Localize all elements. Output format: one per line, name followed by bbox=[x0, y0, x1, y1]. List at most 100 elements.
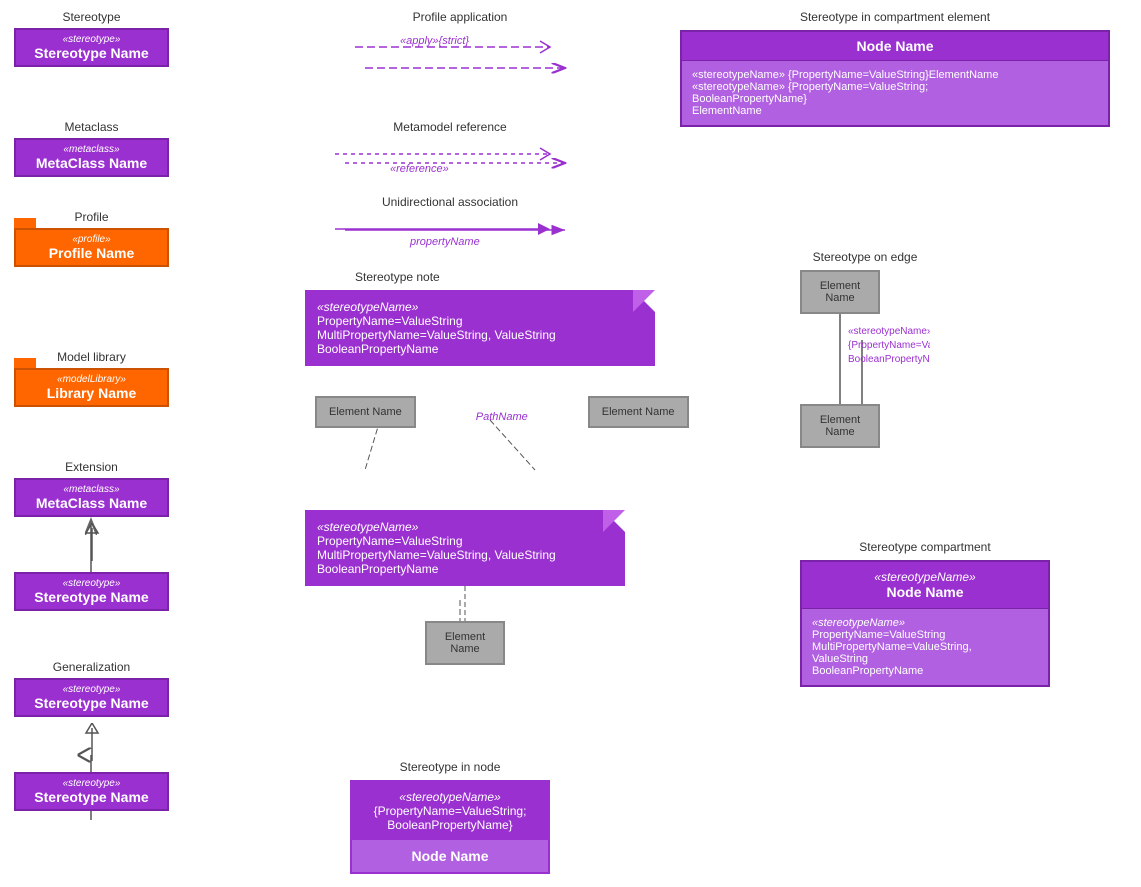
compartment-element-box: Node Name «stereotypeName» {PropertyName… bbox=[680, 30, 1110, 127]
stereotype-note2-box: «stereotypeName» PropertyName=ValueStrin… bbox=[305, 510, 625, 586]
stereotype-name: Stereotype Name bbox=[24, 45, 159, 61]
edge-line-with-label: «stereotypeName» {PropertyName=ValueStri… bbox=[800, 314, 930, 404]
ext-stereotype-keyword: «stereotype» bbox=[24, 578, 159, 589]
compartment-element-section: Stereotype in compartment element Node N… bbox=[680, 10, 1110, 127]
stereotype-compartment-label: Stereotype compartment bbox=[800, 540, 1050, 554]
unidirectional-section: Unidirectional association propertyName bbox=[330, 195, 570, 255]
profile-box-wrapper: «profile» Profile Name bbox=[14, 228, 169, 267]
note-line3: MultiPropertyName=ValueString, ValueStri… bbox=[317, 328, 643, 342]
comp-body: «stereotypeName» PropertyName=ValueStrin… bbox=[802, 608, 1048, 685]
comp-body-b3: MultiPropertyName=ValueString, bbox=[812, 641, 1038, 653]
metaclass-name: MetaClass Name bbox=[24, 155, 159, 171]
gen-top-name: Stereotype Name bbox=[24, 695, 159, 711]
ext-metaclass-name: MetaClass Name bbox=[24, 495, 159, 511]
note2-element-container: ElementName bbox=[305, 621, 625, 665]
stereotype-section: Stereotype «stereotype» Stereotype Name bbox=[14, 10, 169, 67]
svg-text:«apply»{strict}: «apply»{strict} bbox=[400, 35, 469, 47]
stereotype-on-edge-label: Stereotype on edge bbox=[800, 250, 930, 264]
compartment-node-name: Node Name bbox=[682, 32, 1108, 61]
profile-tab bbox=[14, 218, 36, 228]
note2-line1: «stereotypeName» bbox=[317, 520, 613, 534]
note-elements-row: Element Name PathName Element Name bbox=[305, 396, 689, 428]
node-keyword-line3: BooleanPropertyName} bbox=[362, 818, 538, 832]
note-element2: Element Name bbox=[588, 396, 689, 428]
library-tab bbox=[14, 358, 36, 368]
metaclass-label: Metaclass bbox=[14, 120, 169, 134]
svg-text:«reference»: «reference» bbox=[390, 163, 449, 175]
svg-text:«stereotypeName»: «stereotypeName» bbox=[848, 326, 930, 337]
comp-body-line4: ElementName bbox=[692, 105, 1098, 117]
generalization-arrow-up bbox=[14, 717, 169, 772]
metaclass-section: Metaclass «metaclass» MetaClass Name bbox=[14, 120, 169, 177]
note-element1: Element Name bbox=[315, 396, 416, 428]
edge-diagram: ElementName «stereotypeName» {PropertyNa… bbox=[800, 270, 930, 448]
metamodel-reference-label: Metamodel reference bbox=[330, 120, 570, 134]
extension-label: Extension bbox=[14, 460, 169, 474]
stereotype-in-node-box: «stereotypeName» {PropertyName=ValueStri… bbox=[350, 780, 550, 874]
stereotype-compartment-box: «stereotypeName» Node Name «stereotypeNa… bbox=[800, 560, 1050, 687]
stereotype-box: «stereotype» Stereotype Name bbox=[14, 28, 169, 67]
ext-stereotype-name: Stereotype Name bbox=[24, 589, 159, 605]
stereotype-label: Stereotype bbox=[14, 10, 169, 24]
profile-application-label: Profile application bbox=[350, 10, 570, 24]
library-section: Model library «modelLibrary» Library Nam… bbox=[14, 350, 169, 407]
extension-stereotype-box: «stereotype» Stereotype Name bbox=[14, 572, 169, 611]
note2-corner-inner bbox=[603, 510, 625, 532]
note2-line4: BooleanPropertyName bbox=[317, 562, 613, 576]
metamodel-reference-section: Metamodel reference «reference» bbox=[330, 120, 570, 185]
unidirectional-arrow: propertyName bbox=[330, 217, 570, 255]
stereotype-in-node-label: Stereotype in node bbox=[350, 760, 550, 774]
stereotype-note-label: Stereotype note bbox=[355, 270, 689, 284]
gen-top-keyword: «stereotype» bbox=[24, 684, 159, 695]
comp-header-line2: Node Name bbox=[810, 584, 1040, 600]
gen-bottom-name: Stereotype Name bbox=[24, 789, 159, 805]
svg-text:BooleanPropertyName}PathName: BooleanPropertyName}PathName bbox=[848, 354, 930, 365]
stereotype-on-edge-section: Stereotype on edge ElementName «stereoty… bbox=[800, 250, 930, 448]
ext-metaclass-keyword: «metaclass» bbox=[24, 484, 159, 495]
compartment-element-body: «stereotypeName» {PropertyName=ValueStri… bbox=[682, 61, 1108, 125]
profile-application-arrow: «apply»{strict} bbox=[350, 32, 570, 62]
comp-body-b5: BooleanPropertyName bbox=[812, 665, 1038, 677]
stereotype-compartment-section: Stereotype compartment «stereotypeName» … bbox=[800, 540, 1050, 687]
profile-keyword: «profile» bbox=[24, 234, 159, 245]
note2-element: ElementName bbox=[425, 621, 505, 665]
extension-metaclass-box: «metaclass» MetaClass Name bbox=[14, 478, 169, 517]
note-line1: «stereotypeName» bbox=[317, 300, 643, 314]
note2-line2: PropertyName=ValueString bbox=[317, 534, 613, 548]
note-line2: PropertyName=ValueString bbox=[317, 314, 643, 328]
gen-bottom-keyword: «stereotype» bbox=[24, 778, 159, 789]
stereotype-in-node-section: Stereotype in node «stereotypeName» {Pro… bbox=[350, 760, 550, 874]
generalization-section: Generalization «stereotype» Stereotype N… bbox=[14, 660, 169, 811]
compartment-element-label: Stereotype in compartment element bbox=[680, 10, 1110, 24]
edge-element1: ElementName bbox=[800, 270, 880, 314]
profile-name: Profile Name bbox=[24, 245, 159, 261]
profile-label: Profile bbox=[14, 210, 169, 224]
stereotype-note-section: Stereotype note «stereotypeName» Propert… bbox=[305, 270, 689, 428]
node-keyword-line1: «stereotypeName» bbox=[362, 790, 538, 804]
comp-header-line1: «stereotypeName» bbox=[810, 570, 1040, 584]
profile-application-section: Profile application «apply»{strict} bbox=[350, 10, 570, 62]
metaclass-box: «metaclass» MetaClass Name bbox=[14, 138, 169, 177]
gen-top-box: «stereotype» Stereotype Name bbox=[14, 678, 169, 717]
node-keyword-block: «stereotypeName» {PropertyName=ValueStri… bbox=[352, 782, 548, 840]
svg-text:{PropertyName=ValueString;: {PropertyName=ValueString; bbox=[848, 340, 930, 351]
library-box-wrapper: «modelLibrary» Library Name bbox=[14, 368, 169, 407]
node-keyword-line2: {PropertyName=ValueString; bbox=[362, 804, 538, 818]
extension-section: Extension «metaclass» MetaClass Name «st… bbox=[14, 460, 169, 611]
profile-section: Profile «profile» Profile Name bbox=[14, 210, 169, 267]
stereotype-note-box: «stereotypeName» PropertyName=ValueStrin… bbox=[305, 290, 655, 366]
comp-body-line2: «stereotypeName» {PropertyName=ValueStri… bbox=[692, 81, 1098, 93]
note-corner-inner bbox=[633, 290, 655, 312]
profile-box: «profile» Profile Name bbox=[14, 228, 169, 267]
comp-body-line3: BooleanPropertyName} bbox=[692, 93, 1098, 105]
extension-arrow-up bbox=[14, 517, 169, 572]
library-label: Model library bbox=[14, 350, 169, 364]
path-label: PathName bbox=[476, 411, 528, 423]
comp-body-line1: «stereotypeName» {PropertyName=ValueStri… bbox=[692, 69, 1098, 81]
node-name: Node Name bbox=[352, 840, 548, 872]
metamodel-reference-arrow: «reference» bbox=[330, 142, 570, 185]
note-line4: BooleanPropertyName bbox=[317, 342, 643, 356]
comp-body-b4: ValueString bbox=[812, 653, 1038, 665]
comp-body-kw: «stereotypeName» bbox=[812, 617, 1038, 629]
edge-element2: ElementName bbox=[800, 404, 880, 448]
